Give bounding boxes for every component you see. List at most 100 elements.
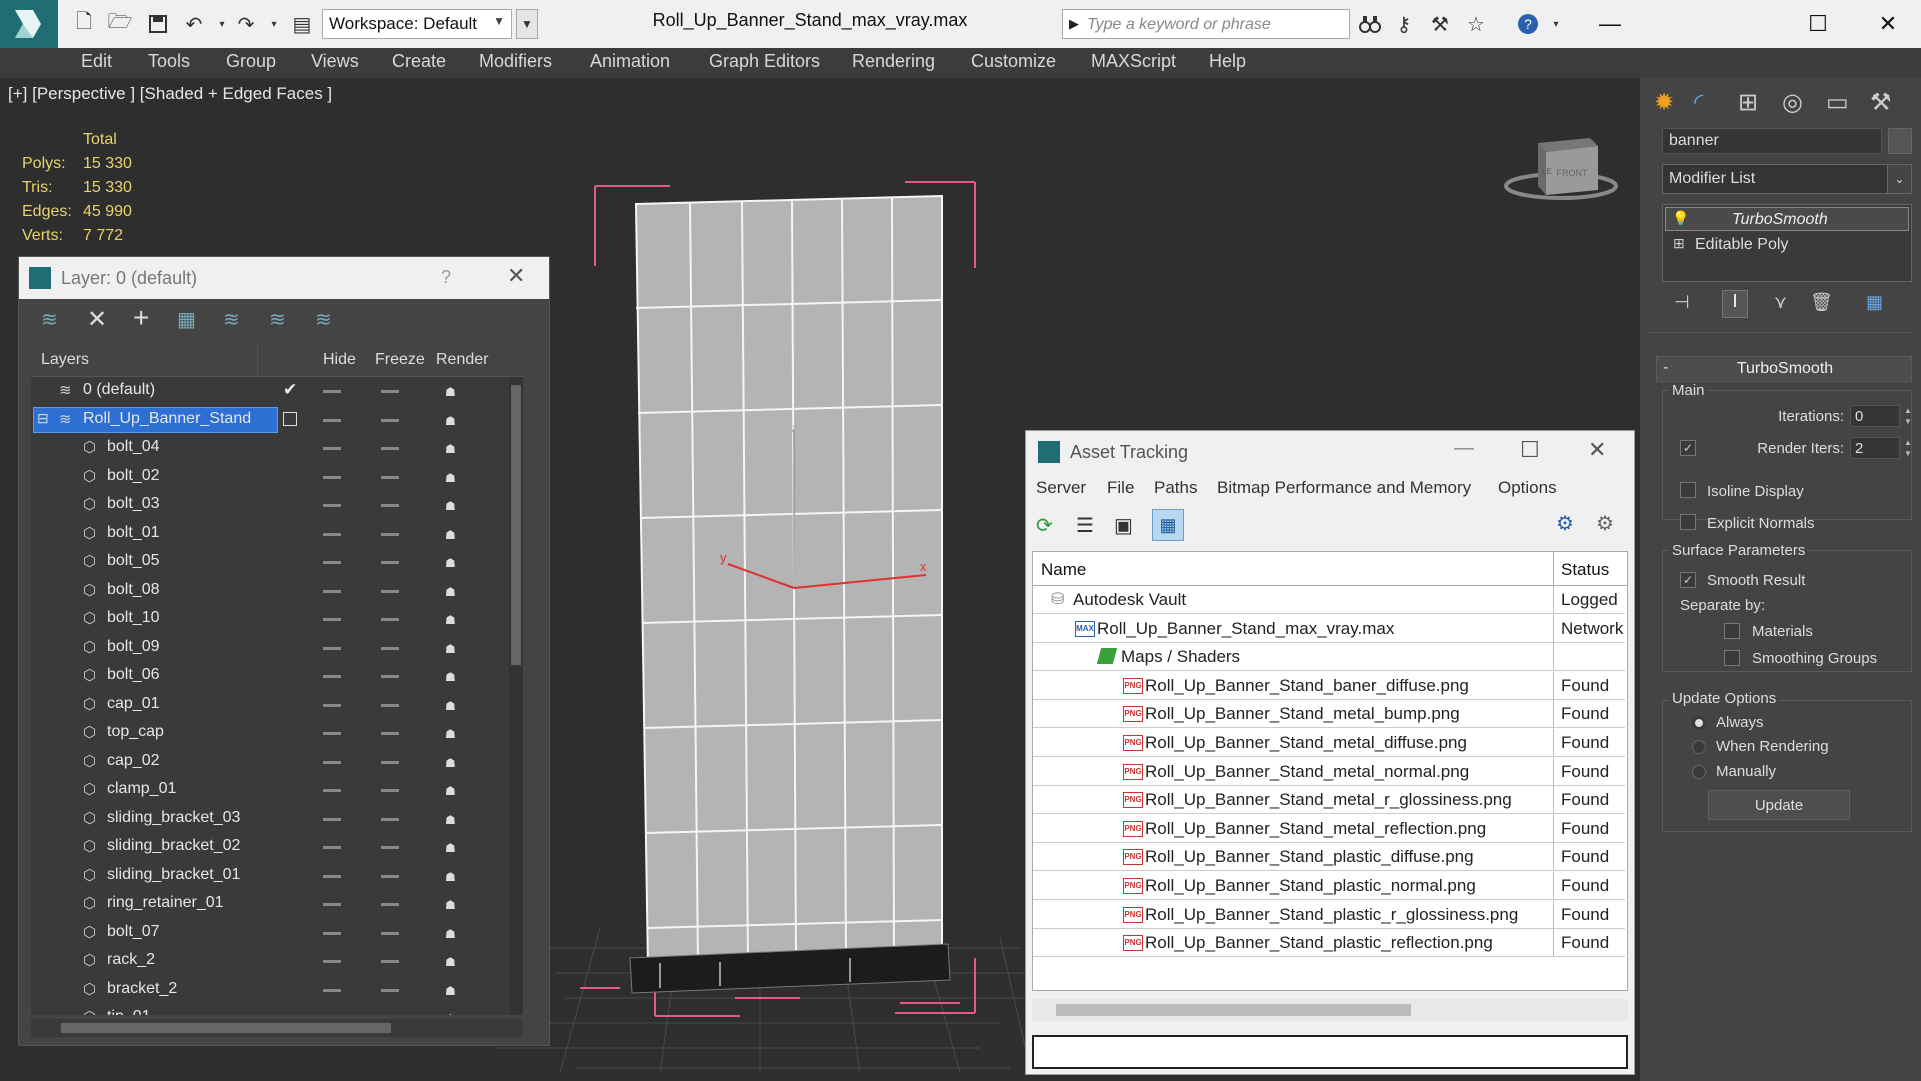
hide-toggle[interactable] (323, 532, 341, 536)
new-file-icon[interactable]: 🗋 (72, 11, 96, 36)
layer-row[interactable]: ⬡ bracket_2 ☗ (31, 976, 521, 1004)
close-icon[interactable]: ✕ (507, 263, 525, 289)
workspace-menu-button[interactable]: ▼ (516, 9, 538, 39)
layer-row[interactable]: ⬡ bolt_06 ☗ (31, 662, 521, 690)
column-hide[interactable]: Hide (323, 351, 356, 369)
render-teapot-icon[interactable]: ☗ (445, 984, 461, 998)
expand-arrow-icon[interactable]: ▶ (1069, 16, 1079, 32)
redo-dropdown-icon[interactable]: ▾ (262, 12, 286, 36)
render-teapot-icon[interactable]: ☗ (445, 927, 461, 941)
column-freeze[interactable]: Freeze (375, 351, 425, 369)
minimize-icon[interactable]: — (1454, 437, 1474, 460)
render-teapot-icon[interactable]: ☗ (445, 585, 461, 599)
update-manually-radio[interactable] (1692, 765, 1706, 779)
layer-dialog-titlebar[interactable]: Layer: 0 (default) ? ✕ (19, 257, 549, 299)
maximize-icon[interactable]: ☐ (1520, 437, 1540, 463)
menu-bitmap-performance[interactable]: Bitmap Performance and Memory (1217, 478, 1471, 498)
hide-toggle[interactable] (323, 646, 341, 650)
create-tab-icon[interactable]: ✹ (1654, 88, 1674, 117)
display-tab-icon[interactable]: ▭ (1826, 88, 1849, 117)
turbosmooth-rollout-header[interactable]: - TurboSmooth (1656, 356, 1912, 382)
modify-tab-icon[interactable]: ◜ (1694, 88, 1703, 117)
object-name-field[interactable]: banner (1662, 128, 1882, 154)
hierarchy-tab-icon[interactable]: ⊞ (1738, 88, 1758, 117)
layer-row[interactable]: ⬡ bolt_05 ☗ (31, 548, 521, 576)
hide-toggle[interactable] (323, 675, 341, 678)
layer-row[interactable]: ⊟ ≋ Roll_Up_Banner_Stand ☗ (31, 406, 521, 434)
menu-create[interactable]: Create (392, 51, 446, 72)
menu-customize[interactable]: Customize (971, 51, 1056, 72)
asset-row[interactable]: Maps / Shaders (1033, 643, 1625, 672)
asset-row[interactable]: PNG Roll_Up_Banner_Stand_metal_r_glossine… (1033, 786, 1625, 815)
refresh-icon[interactable]: ⟳ (1036, 513, 1053, 538)
layer-row[interactable]: ⬡ bolt_09 ☗ (31, 634, 521, 662)
hide-toggle[interactable] (323, 561, 341, 564)
current-layer-check-icon[interactable]: ✔ (283, 380, 297, 400)
freeze-toggle[interactable] (381, 561, 399, 564)
workspace-dropdown[interactable]: Workspace: Default ▼ (322, 9, 512, 39)
asset-dialog-titlebar[interactable]: Asset Tracking — ☐ ✕ (1026, 431, 1634, 473)
stack-item-editable-poly[interactable]: ⊞ Editable Poly (1665, 233, 1909, 257)
layer-row[interactable]: ⬡ top_cap ☗ (31, 719, 521, 747)
menu-modifiers[interactable]: Modifiers (479, 51, 552, 72)
render-teapot-icon[interactable]: ☗ (445, 613, 461, 627)
menu-tools[interactable]: Tools (148, 51, 190, 72)
open-file-icon[interactable]: 🗁 (108, 11, 133, 36)
hide-toggle[interactable] (323, 931, 341, 935)
freeze-toggle[interactable] (381, 817, 399, 821)
layer-row[interactable]: ⬡ sliding_bracket_03 ☗ (31, 805, 521, 833)
smooth-result-checkbox[interactable]: ✓ (1680, 572, 1696, 588)
asset-row[interactable]: PNG Roll_Up_Banner_Stand_plastic_r_glossi… (1033, 900, 1625, 929)
asset-row[interactable]: PNG Roll_Up_Banner_Stand_metal_diffuse.pn… (1033, 729, 1625, 757)
menu-server[interactable]: Server (1036, 478, 1086, 498)
layer-row[interactable]: ≋ 0 (default) ✔ ☗ (31, 377, 521, 405)
layer-row[interactable]: ⬡ clamp_01 ☗ (31, 776, 521, 804)
freeze-toggle[interactable] (381, 789, 399, 792)
freeze-toggle[interactable] (381, 475, 399, 479)
layer-row[interactable]: ⬡ bolt_01 ☗ (31, 520, 521, 548)
spinner-arrows-icon[interactable]: ▲ ▼ (1904, 405, 1912, 427)
hide-toggle[interactable] (323, 589, 341, 593)
layer-row[interactable]: ⬡ bolt_07 ☗ (31, 919, 521, 947)
hide-toggle[interactable] (323, 475, 341, 479)
asset-row[interactable]: PNG Roll_Up_Banner_Stand_baner_diffuse.pn… (1033, 671, 1625, 700)
freeze-toggle[interactable] (381, 532, 399, 536)
make-unique-icon[interactable]: ⋎ (1774, 292, 1787, 313)
render-teapot-icon[interactable]: ☗ (445, 784, 461, 798)
hide-toggle[interactable] (323, 817, 341, 821)
layer-row[interactable]: ⬡ ring_retainer_01 ☗ (31, 890, 521, 918)
asset-row[interactable]: PNG Roll_Up_Banner_Stand_metal_reflection… (1033, 814, 1625, 843)
hide-toggle[interactable] (323, 874, 341, 878)
freeze-toggle[interactable] (381, 903, 399, 906)
expand-plus-icon[interactable]: ⊞ (1673, 235, 1685, 252)
layer-row[interactable]: ⬡ bolt_08 ☗ (31, 577, 521, 605)
menu-edit[interactable]: Edit (81, 51, 112, 72)
hide-toggle[interactable] (323, 732, 341, 735)
asset-row[interactable]: PNG Roll_Up_Banner_Stand_plastic_diffuse.… (1033, 843, 1625, 872)
modifier-list-dropdown[interactable]: Modifier List ⌄ (1662, 164, 1912, 194)
render-teapot-icon[interactable]: ☗ (445, 385, 461, 399)
layer-row[interactable]: ⬡ sliding_bracket_02 ☗ (31, 833, 521, 861)
hide-toggle[interactable] (323, 846, 341, 849)
collapse-icon[interactable]: ⊟ (37, 410, 49, 427)
column-status[interactable]: Status (1561, 560, 1609, 580)
layer-row[interactable]: ⬡ bolt_10 ☗ (31, 605, 521, 633)
menu-group[interactable]: Group (226, 51, 276, 72)
render-teapot-icon[interactable]: ☗ (445, 955, 461, 969)
close-icon[interactable]: ✕ (1868, 6, 1908, 42)
layer-row[interactable]: ⬡ cap_01 ☗ (31, 691, 521, 719)
isoline-display-checkbox[interactable] (1680, 482, 1696, 498)
vertical-scrollbar[interactable] (509, 377, 523, 1015)
help-button[interactable]: ? (441, 267, 451, 288)
render-teapot-icon[interactable]: ☗ (445, 898, 461, 912)
undo-dropdown-icon[interactable]: ▾ (210, 12, 234, 36)
render-teapot-icon[interactable]: ☗ (445, 1012, 461, 1015)
freeze-toggle[interactable] (381, 988, 399, 992)
current-layer-icon[interactable]: ≋ (269, 307, 286, 332)
freeze-toggle[interactable] (381, 931, 399, 935)
star-icon[interactable]: ☆ (1462, 10, 1490, 38)
menu-maxscript[interactable]: MAXScript (1091, 51, 1176, 72)
hide-all-icon[interactable]: ≋ (315, 307, 332, 332)
freeze-toggle[interactable] (381, 447, 399, 450)
freeze-toggle[interactable] (381, 390, 399, 393)
